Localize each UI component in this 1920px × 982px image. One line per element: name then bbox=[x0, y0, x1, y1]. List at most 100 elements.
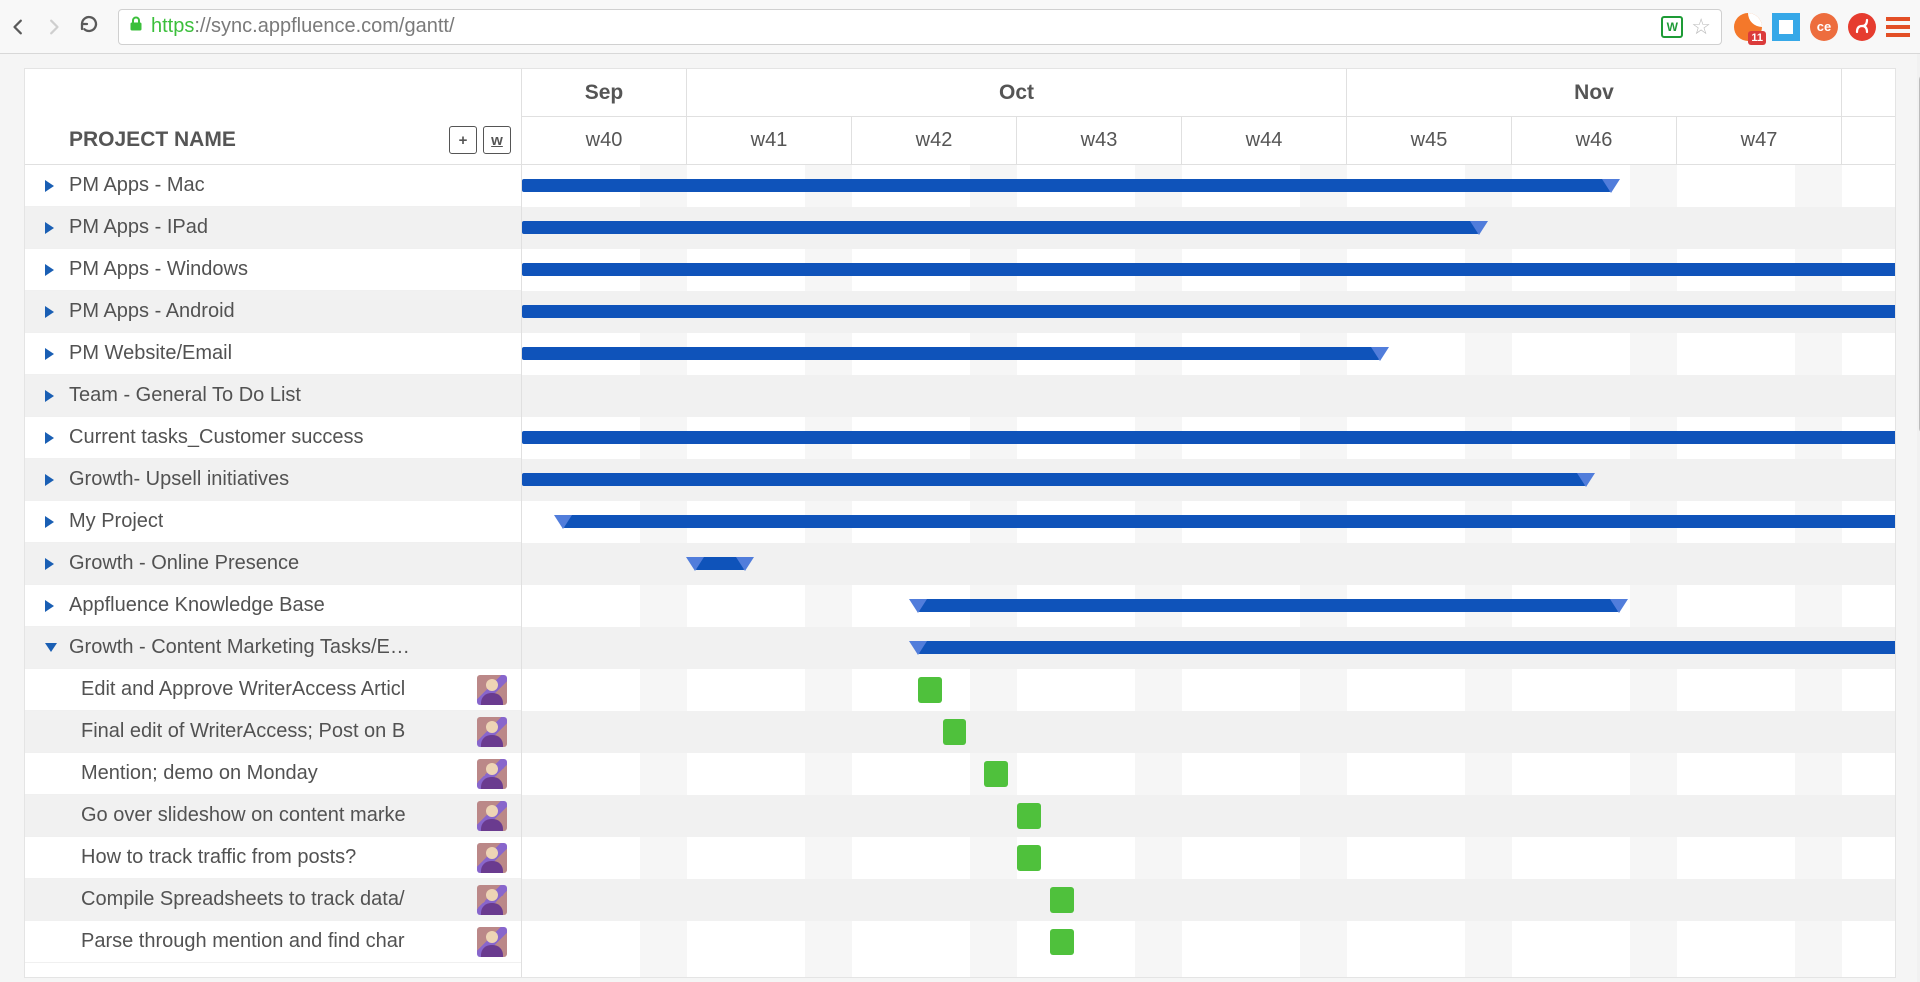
task-bar[interactable] bbox=[918, 677, 942, 703]
week-cell[interactable]: w46 bbox=[1512, 117, 1677, 164]
task-row[interactable]: Edit and Approve WriterAccess Articl bbox=[25, 669, 521, 711]
gantt-row bbox=[522, 249, 1895, 291]
task-row[interactable]: Final edit of WriterAccess; Post on B bbox=[25, 711, 521, 753]
chevron-right-icon[interactable] bbox=[45, 600, 54, 612]
project-row[interactable]: Growth - Content Marketing Tasks/E… bbox=[25, 627, 521, 669]
assignee-avatar[interactable] bbox=[477, 801, 507, 831]
project-row[interactable]: Growth- Upsell initiatives bbox=[25, 459, 521, 501]
project-row[interactable]: PM Apps - Windows bbox=[25, 249, 521, 291]
extension-ce-icon[interactable]: ce bbox=[1810, 13, 1838, 41]
url-path: /gantt/ bbox=[399, 15, 455, 37]
month-cell: Oct bbox=[687, 69, 1347, 116]
url-host: ://sync.appfluence.com bbox=[194, 15, 399, 37]
project-bar[interactable] bbox=[522, 473, 1586, 486]
chevron-down-icon[interactable] bbox=[45, 643, 57, 652]
project-list-header: PROJECT NAME + w bbox=[25, 69, 521, 165]
chevron-right-icon[interactable] bbox=[45, 264, 54, 276]
project-bar[interactable] bbox=[918, 599, 1619, 612]
month-cell: Nov bbox=[1347, 69, 1842, 116]
extension-blue-icon[interactable] bbox=[1772, 13, 1800, 41]
assignee-avatar[interactable] bbox=[477, 759, 507, 789]
task-label: Final edit of WriterAccess; Post on B bbox=[81, 720, 405, 743]
project-bar[interactable] bbox=[522, 263, 1895, 276]
chevron-right-icon[interactable] bbox=[45, 390, 54, 402]
task-bar[interactable] bbox=[1017, 845, 1041, 871]
gantt-row bbox=[522, 585, 1895, 627]
project-row[interactable]: Appfluence Knowledge Base bbox=[25, 585, 521, 627]
project-label: My Project bbox=[69, 510, 163, 533]
project-bar[interactable] bbox=[563, 515, 1895, 528]
project-row[interactable]: Growth - Online Presence bbox=[25, 543, 521, 585]
assignee-avatar[interactable] bbox=[477, 675, 507, 705]
project-row[interactable]: Team - General To Do List bbox=[25, 375, 521, 417]
assignee-avatar[interactable] bbox=[477, 843, 507, 873]
extension-badge: 11 bbox=[1748, 31, 1766, 45]
url-bar[interactable]: https ://sync.appfluence.com/gantt/ W ☆ bbox=[118, 9, 1722, 45]
project-bar[interactable] bbox=[695, 557, 745, 570]
chevron-right-icon[interactable] bbox=[45, 558, 54, 570]
assignee-avatar[interactable] bbox=[477, 717, 507, 747]
project-bar[interactable] bbox=[918, 641, 1895, 654]
gantt-row bbox=[522, 543, 1895, 585]
chevron-right-icon[interactable] bbox=[45, 516, 54, 528]
chevron-right-icon[interactable] bbox=[45, 432, 54, 444]
week-cell[interactable]: w44 bbox=[1182, 117, 1347, 164]
reload-button[interactable] bbox=[78, 13, 100, 41]
chevron-right-icon[interactable] bbox=[45, 222, 54, 234]
week-cell[interactable]: w45 bbox=[1347, 117, 1512, 164]
chevron-right-icon[interactable] bbox=[45, 306, 54, 318]
task-bar[interactable] bbox=[1017, 803, 1041, 829]
task-row[interactable]: Compile Spreadsheets to track data/ bbox=[25, 879, 521, 921]
project-bar[interactable] bbox=[522, 431, 1895, 444]
gantt-row bbox=[522, 207, 1895, 249]
project-row[interactable]: My Project bbox=[25, 501, 521, 543]
extension-orange-icon[interactable]: 11 bbox=[1734, 13, 1762, 41]
gantt-row bbox=[522, 669, 1895, 711]
project-row[interactable]: PM Apps - Mac bbox=[25, 165, 521, 207]
project-label: Growth - Content Marketing Tasks/E… bbox=[69, 636, 410, 659]
week-cell[interactable]: w47 bbox=[1677, 117, 1842, 164]
gantt-row bbox=[522, 711, 1895, 753]
task-bar[interactable] bbox=[984, 761, 1008, 787]
browser-menu-icon[interactable] bbox=[1886, 17, 1910, 37]
bookmark-star-icon[interactable]: ☆ bbox=[1691, 14, 1711, 40]
week-cell[interactable]: w43 bbox=[1017, 117, 1182, 164]
extension-green-icon[interactable]: W bbox=[1661, 16, 1683, 38]
extension-su-icon[interactable] bbox=[1848, 13, 1876, 41]
bar-start-marker bbox=[909, 641, 927, 655]
project-bar[interactable] bbox=[522, 305, 1895, 318]
add-project-button[interactable]: + bbox=[449, 126, 477, 154]
task-row[interactable]: Go over slideshow on content marke bbox=[25, 795, 521, 837]
assignee-avatar[interactable] bbox=[477, 927, 507, 957]
task-bar[interactable] bbox=[1050, 887, 1074, 913]
task-row[interactable]: Mention; demo on Monday bbox=[25, 753, 521, 795]
assignee-avatar[interactable] bbox=[477, 885, 507, 915]
project-row[interactable]: PM Apps - IPad bbox=[25, 207, 521, 249]
project-row[interactable]: Current tasks_Customer success bbox=[25, 417, 521, 459]
gantt-row bbox=[522, 417, 1895, 459]
week-cell[interactable]: w42 bbox=[852, 117, 1017, 164]
week-cell[interactable]: w40 bbox=[522, 117, 687, 164]
gantt-chart-body[interactable] bbox=[522, 165, 1895, 977]
chevron-right-icon[interactable] bbox=[45, 180, 54, 192]
task-label: How to track traffic from posts? bbox=[81, 846, 356, 869]
task-row[interactable]: Parse through mention and find char bbox=[25, 921, 521, 963]
project-bar[interactable] bbox=[522, 221, 1479, 234]
task-row[interactable]: How to track traffic from posts? bbox=[25, 837, 521, 879]
project-label: Team - General To Do List bbox=[69, 384, 301, 407]
project-row[interactable]: PM Apps - Android bbox=[25, 291, 521, 333]
gantt-row bbox=[522, 291, 1895, 333]
project-bar[interactable] bbox=[522, 347, 1380, 360]
forward-button[interactable] bbox=[44, 18, 62, 36]
task-bar[interactable] bbox=[943, 719, 967, 745]
project-label: Current tasks_Customer success bbox=[69, 426, 364, 449]
chevron-right-icon[interactable] bbox=[45, 348, 54, 360]
week-cell[interactable]: w41 bbox=[687, 117, 852, 164]
project-row[interactable]: PM Website/Email bbox=[25, 333, 521, 375]
week-view-button[interactable]: w bbox=[483, 126, 511, 154]
chevron-right-icon[interactable] bbox=[45, 474, 54, 486]
task-bar[interactable] bbox=[1050, 929, 1074, 955]
back-button[interactable] bbox=[10, 18, 28, 36]
task-label: Mention; demo on Monday bbox=[81, 762, 318, 785]
project-bar[interactable] bbox=[522, 179, 1611, 192]
